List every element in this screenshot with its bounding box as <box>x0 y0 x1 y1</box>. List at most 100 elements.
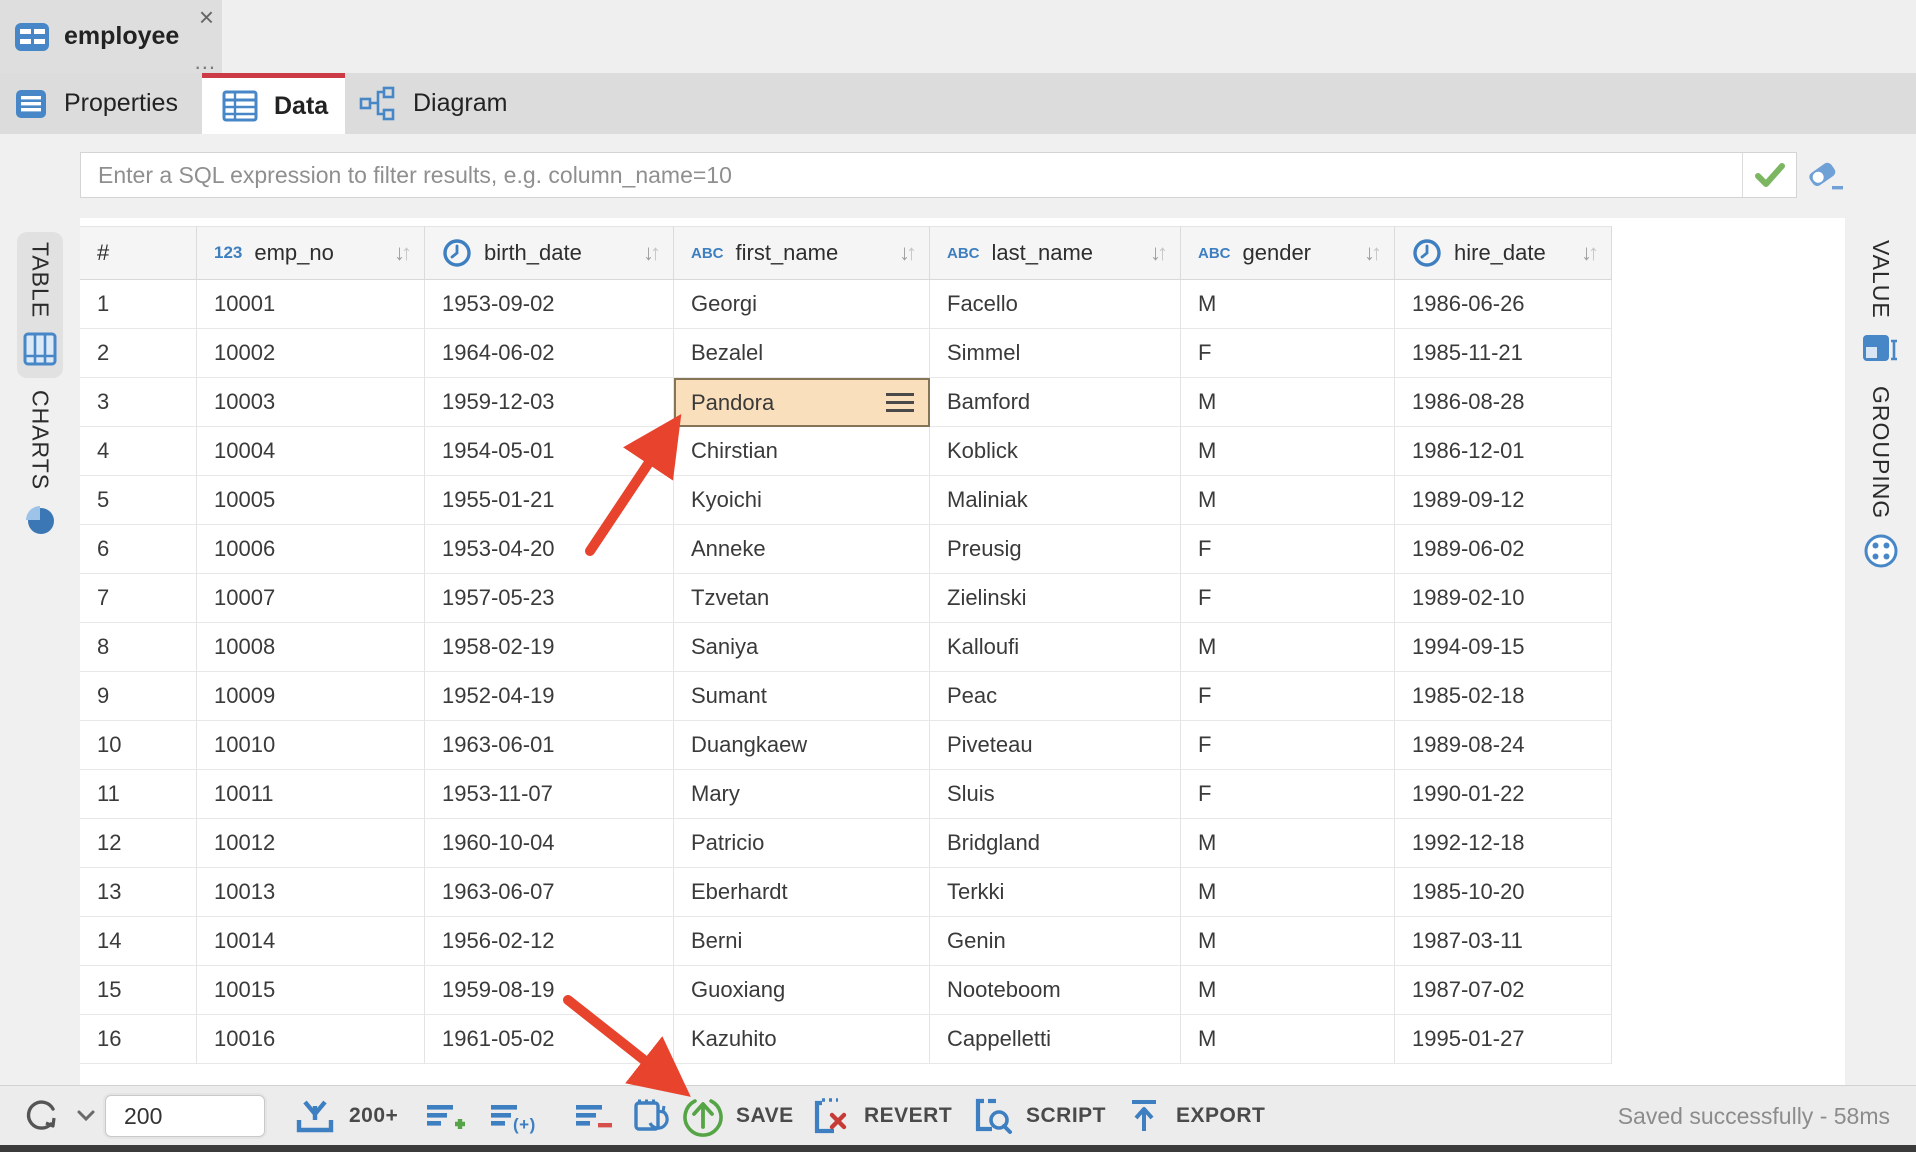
cell-menu-icon[interactable] <box>886 393 914 412</box>
row-number-cell[interactable]: 3 <box>80 378 197 427</box>
refresh-button[interactable] <box>22 1086 108 1146</box>
data-cell[interactable]: 1987-07-02 <box>1395 966 1612 1015</box>
data-cell[interactable]: F <box>1181 574 1395 623</box>
panel-value[interactable]: VALUE <box>1861 240 1901 367</box>
data-cell[interactable]: Anneke <box>674 525 930 574</box>
row-number-cell[interactable]: 14 <box>80 917 197 966</box>
data-cell[interactable]: 1985-11-21 <box>1395 329 1612 378</box>
add-row-button[interactable] <box>423 1086 479 1146</box>
data-cell[interactable]: Sumant <box>674 672 930 721</box>
data-cell[interactable]: 1961-05-02 <box>425 1015 674 1064</box>
data-cell[interactable]: M <box>1181 1015 1395 1064</box>
data-cell[interactable]: M <box>1181 378 1395 427</box>
data-cell[interactable]: 1987-03-11 <box>1395 917 1612 966</box>
tab-diagram[interactable]: Diagram <box>345 73 525 134</box>
data-cell[interactable]: 1959-12-03 <box>425 378 674 427</box>
data-cell[interactable]: 1989-08-24 <box>1395 721 1612 770</box>
row-number-cell[interactable]: 1 <box>80 280 197 329</box>
row-number-cell[interactable]: 2 <box>80 329 197 378</box>
row-number-cell[interactable]: 11 <box>80 770 197 819</box>
data-cell[interactable]: F <box>1181 525 1395 574</box>
sort-icon[interactable]: ↓↑ <box>1150 240 1168 266</box>
data-cell[interactable]: 10005 <box>197 476 425 525</box>
data-cell[interactable]: 1957-05-23 <box>425 574 674 623</box>
data-cell[interactable]: 1985-10-20 <box>1395 868 1612 917</box>
column-header-birth_date[interactable]: birth_date↓↑ <box>425 226 674 280</box>
data-cell[interactable]: 10015 <box>197 966 425 1015</box>
data-cell[interactable]: 10011 <box>197 770 425 819</box>
data-cell[interactable]: Eberhardt <box>674 868 930 917</box>
revert-button[interactable]: REVERT <box>808 1086 952 1146</box>
data-cell[interactable]: Sluis <box>930 770 1181 819</box>
data-cell[interactable]: M <box>1181 868 1395 917</box>
data-cell[interactable]: 10002 <box>197 329 425 378</box>
export-button[interactable]: EXPORT <box>1124 1086 1265 1146</box>
sort-icon[interactable]: ↓↑ <box>899 240 917 266</box>
data-cell[interactable]: 10004 <box>197 427 425 476</box>
column-header-hire_date[interactable]: hire_date↓↑ <box>1395 226 1612 280</box>
data-cell[interactable]: Facello <box>930 280 1181 329</box>
data-cell[interactable]: 10006 <box>197 525 425 574</box>
fetch-size-input[interactable]: 200 <box>105 1095 265 1137</box>
apply-filter-button[interactable] <box>1742 153 1796 197</box>
data-cell[interactable]: 1954-05-01 <box>425 427 674 476</box>
data-cell[interactable]: M <box>1181 280 1395 329</box>
row-number-cell[interactable]: 12 <box>80 819 197 868</box>
data-cell[interactable]: M <box>1181 917 1395 966</box>
data-cell[interactable]: F <box>1181 721 1395 770</box>
data-cell[interactable]: Terkki <box>930 868 1181 917</box>
tab-properties[interactable]: Properties <box>0 73 202 134</box>
data-cell[interactable]: 10014 <box>197 917 425 966</box>
data-cell[interactable]: Piveteau <box>930 721 1181 770</box>
data-cell[interactable]: Preusig <box>930 525 1181 574</box>
data-cell[interactable]: Peac <box>930 672 1181 721</box>
data-cell[interactable]: 1989-02-10 <box>1395 574 1612 623</box>
data-cell[interactable]: 1986-06-26 <box>1395 280 1612 329</box>
column-header-rownum[interactable]: # <box>80 226 197 280</box>
data-cell[interactable]: 1953-04-20 <box>425 525 674 574</box>
row-number-cell[interactable]: 16 <box>80 1015 197 1064</box>
data-cell[interactable]: M <box>1181 623 1395 672</box>
sort-icon[interactable]: ↓↑ <box>1581 240 1599 266</box>
data-cell[interactable]: 1985-02-18 <box>1395 672 1612 721</box>
data-cell[interactable]: 10001 <box>197 280 425 329</box>
duplicate-row-button[interactable]: (+) <box>487 1086 551 1146</box>
data-cell[interactable]: M <box>1181 819 1395 868</box>
row-number-cell[interactable]: 13 <box>80 868 197 917</box>
selected-cell[interactable]: Pandora <box>674 378 930 427</box>
data-cell[interactable]: Mary <box>674 770 930 819</box>
data-cell[interactable]: 10009 <box>197 672 425 721</box>
data-cell[interactable]: 10007 <box>197 574 425 623</box>
column-header-gender[interactable]: ABCgender↓↑ <box>1181 226 1395 280</box>
data-cell[interactable]: Guoxiang <box>674 966 930 1015</box>
data-cell[interactable]: 1952-04-19 <box>425 672 674 721</box>
data-cell[interactable]: 1986-12-01 <box>1395 427 1612 476</box>
data-cell[interactable]: 1992-12-18 <box>1395 819 1612 868</box>
data-cell[interactable]: 1953-09-02 <box>425 280 674 329</box>
row-number-cell[interactable]: 15 <box>80 966 197 1015</box>
data-cell[interactable]: Bamford <box>930 378 1181 427</box>
close-icon[interactable]: × <box>199 4 214 30</box>
tab-data[interactable]: Data <box>202 73 345 134</box>
data-cell[interactable]: Kazuhito <box>674 1015 930 1064</box>
save-button[interactable]: SAVE <box>682 1086 794 1146</box>
panel-charts[interactable]: CHARTS <box>24 390 56 536</box>
data-cell[interactable]: 1989-06-02 <box>1395 525 1612 574</box>
data-cell[interactable]: Berni <box>674 917 930 966</box>
data-cell[interactable]: Cappelletti <box>930 1015 1181 1064</box>
data-cell[interactable]: 1963-06-07 <box>425 868 674 917</box>
data-cell[interactable]: 1959-08-19 <box>425 966 674 1015</box>
data-cell[interactable]: Duangkaew <box>674 721 930 770</box>
tab-employee[interactable]: employee × ...​ <box>0 0 222 73</box>
sql-filter-input[interactable]: Enter a SQL expression to filter results… <box>80 152 1797 198</box>
data-cell[interactable]: 1964-06-02 <box>425 329 674 378</box>
data-cell[interactable]: 1958-02-19 <box>425 623 674 672</box>
row-number-cell[interactable]: 9 <box>80 672 197 721</box>
sort-icon[interactable]: ↓↑ <box>643 240 661 266</box>
panel-grouping[interactable]: GROUPING <box>1863 386 1899 569</box>
data-cell[interactable]: Kalloufi <box>930 623 1181 672</box>
data-cell[interactable]: F <box>1181 672 1395 721</box>
row-number-cell[interactable]: 4 <box>80 427 197 476</box>
data-cell[interactable]: Saniya <box>674 623 930 672</box>
data-cell[interactable]: Simmel <box>930 329 1181 378</box>
